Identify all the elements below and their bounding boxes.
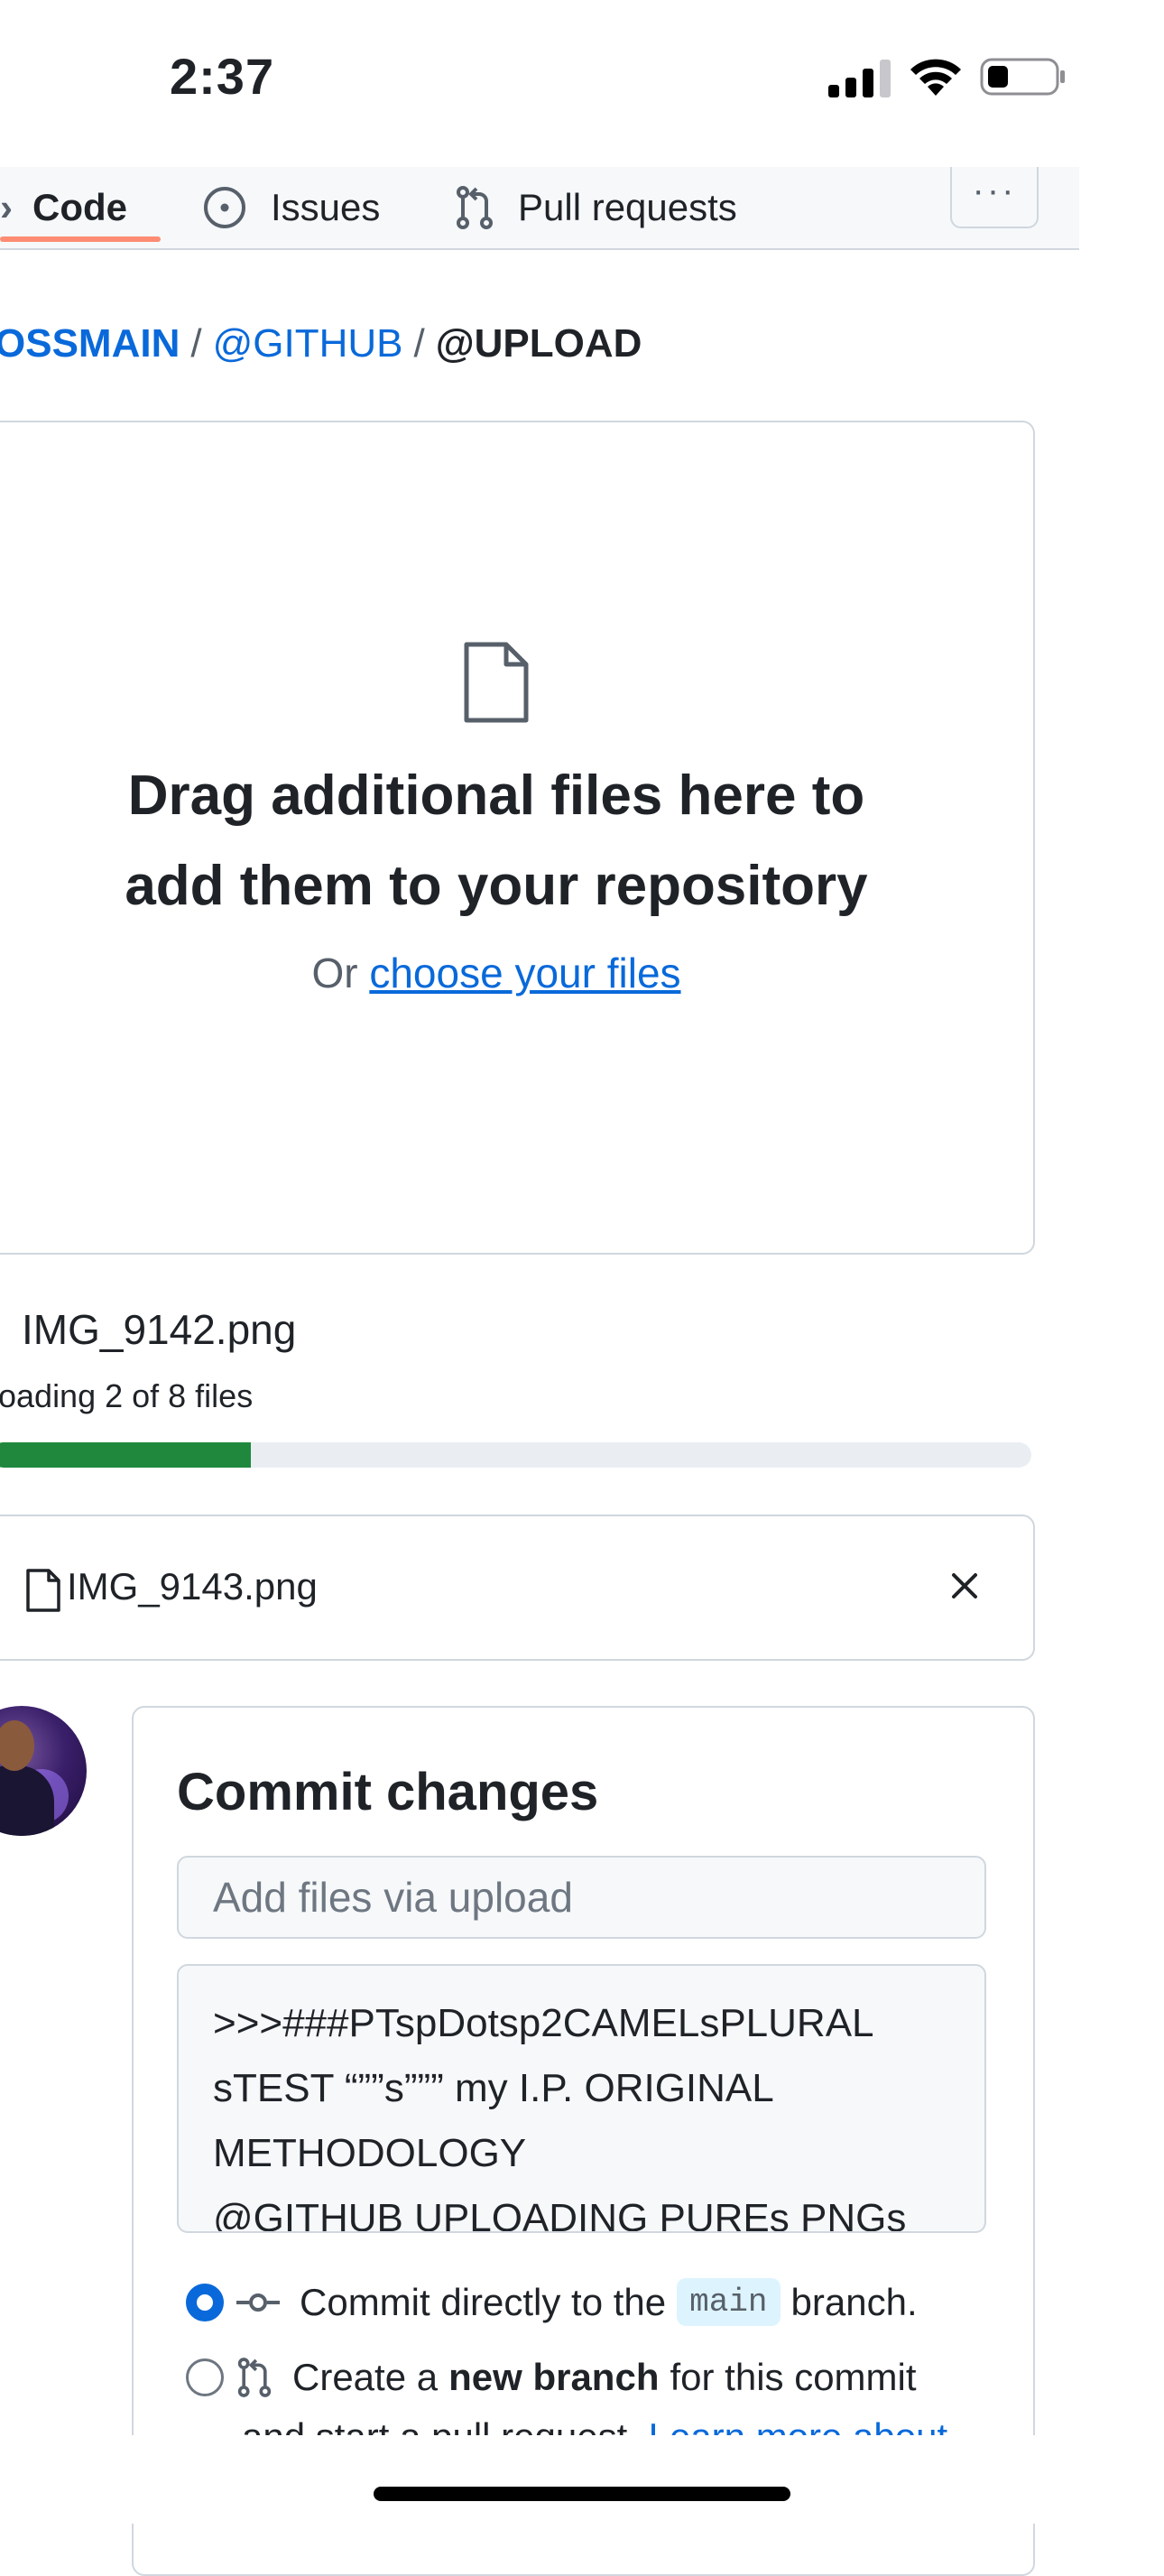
upload-progress-bar xyxy=(0,1442,1031,1468)
drop-zone-title-line1: Drag additional files here to xyxy=(127,764,865,827)
breadcrumb-separator: / xyxy=(190,321,202,366)
cellular-signal-icon xyxy=(828,60,891,97)
breadcrumb: OSSMAIN / @GITHUB / @UPLOAD xyxy=(0,321,642,366)
x-icon xyxy=(952,1573,977,1598)
status-bar: 2:37 xyxy=(0,0,1164,167)
file-icon xyxy=(464,642,529,723)
choose-files-link[interactable]: choose your files xyxy=(369,950,680,996)
commit-new-branch-bold: new branch xyxy=(448,2356,660,2398)
drop-zone-title: Drag additional files here to add them t… xyxy=(0,751,993,931)
tab-issues[interactable]: Issues xyxy=(202,167,380,248)
uploaded-file-name: IMG_9143.png xyxy=(67,1565,318,1608)
uploading-filename: IMG_9142.png xyxy=(22,1306,297,1353)
chevron-right-icon: › xyxy=(0,186,13,228)
home-indicator[interactable] xyxy=(374,2487,790,2501)
avatar-face xyxy=(0,1720,34,1771)
radio-selected[interactable] xyxy=(186,2283,224,2321)
commit-changes-title: Commit changes xyxy=(177,1763,599,1821)
wifi-icon xyxy=(910,59,961,96)
tab-pull-requests[interactable]: Pull requests xyxy=(455,167,737,248)
drop-zone-subtitle: Or choose your files xyxy=(0,949,993,997)
tab-pull-requests-label: Pull requests xyxy=(518,186,737,228)
file-icon xyxy=(26,1569,60,1612)
kebab-horizontal-icon: ··· xyxy=(972,171,1017,210)
breadcrumb-owner-link[interactable]: OSSMAIN xyxy=(0,321,180,366)
tab-issues-label: Issues xyxy=(271,186,381,228)
drop-zone-or: Or xyxy=(311,950,358,996)
more-options-button[interactable]: ··· xyxy=(950,167,1039,228)
upload-progress-fill xyxy=(0,1442,252,1468)
commit-direct-option[interactable]: Commit directly to the main branch. xyxy=(186,2278,918,2326)
git-commit-icon xyxy=(236,2293,280,2312)
radio-unselected[interactable] xyxy=(186,2358,224,2396)
commit-direct-suffix: branch. xyxy=(790,2280,918,2323)
tab-code-label: Code xyxy=(32,186,127,228)
commit-new-branch-text: Create a xyxy=(292,2356,439,2398)
breadcrumb-separator: / xyxy=(413,321,425,366)
git-pull-request-icon xyxy=(457,186,493,229)
upload-status-text: loading 2 of 8 files xyxy=(0,1377,254,1414)
tab-selected-indicator xyxy=(0,236,161,242)
breadcrumb-current: @UPLOAD xyxy=(435,321,642,366)
drop-zone-title-line2: add them to your repository xyxy=(125,855,868,917)
commit-direct-text: Commit directly to the xyxy=(300,2280,667,2323)
avatar xyxy=(0,1706,87,1836)
git-pull-request-icon xyxy=(237,2358,272,2397)
status-time: 2:37 xyxy=(170,48,275,105)
issue-opened-icon xyxy=(204,187,245,228)
commit-new-branch-suffix: for this commit xyxy=(670,2356,917,2398)
battery-icon xyxy=(980,58,1065,96)
breadcrumb-repo-link[interactable]: @GITHUB xyxy=(213,321,403,366)
remove-file-button[interactable] xyxy=(944,1565,985,1607)
commit-description-textarea[interactable]: >>>###PTspDotsp2CAMELsPLURAL sTEST “””s”… xyxy=(177,1964,986,2233)
bottom-safe-area xyxy=(0,2435,1164,2524)
commit-summary-input[interactable] xyxy=(177,1856,986,1939)
commit-new-branch-option[interactable]: Create a new branch for this commit xyxy=(186,2356,917,2399)
branch-name-tag: main xyxy=(677,2278,781,2326)
